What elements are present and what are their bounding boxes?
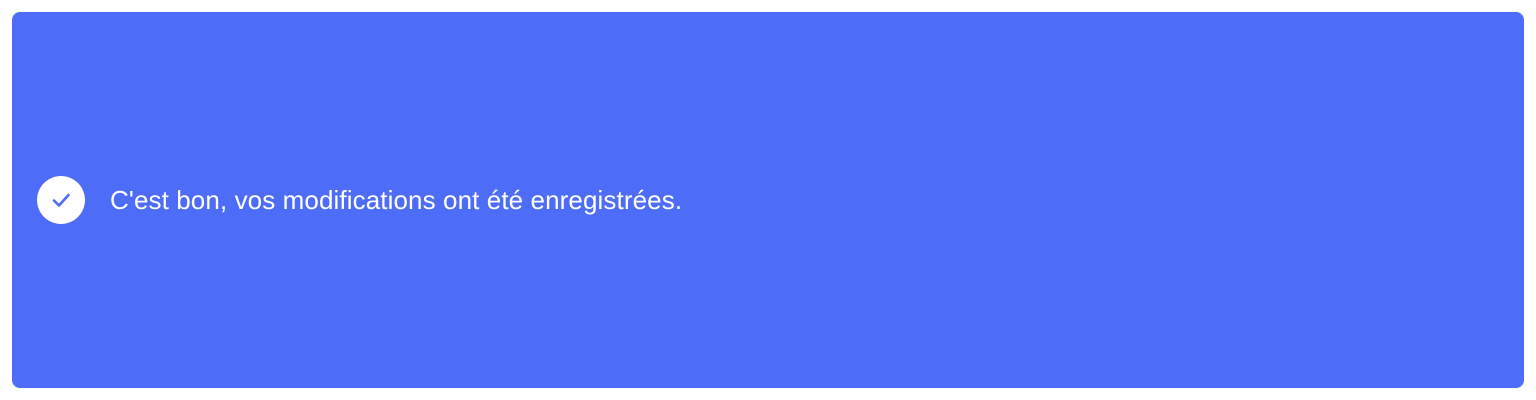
- check-circle-icon: [37, 176, 85, 224]
- success-toast: C'est bon, vos modifications ont été enr…: [12, 12, 1524, 388]
- toast-message: C'est bon, vos modifications ont été enr…: [110, 185, 683, 215]
